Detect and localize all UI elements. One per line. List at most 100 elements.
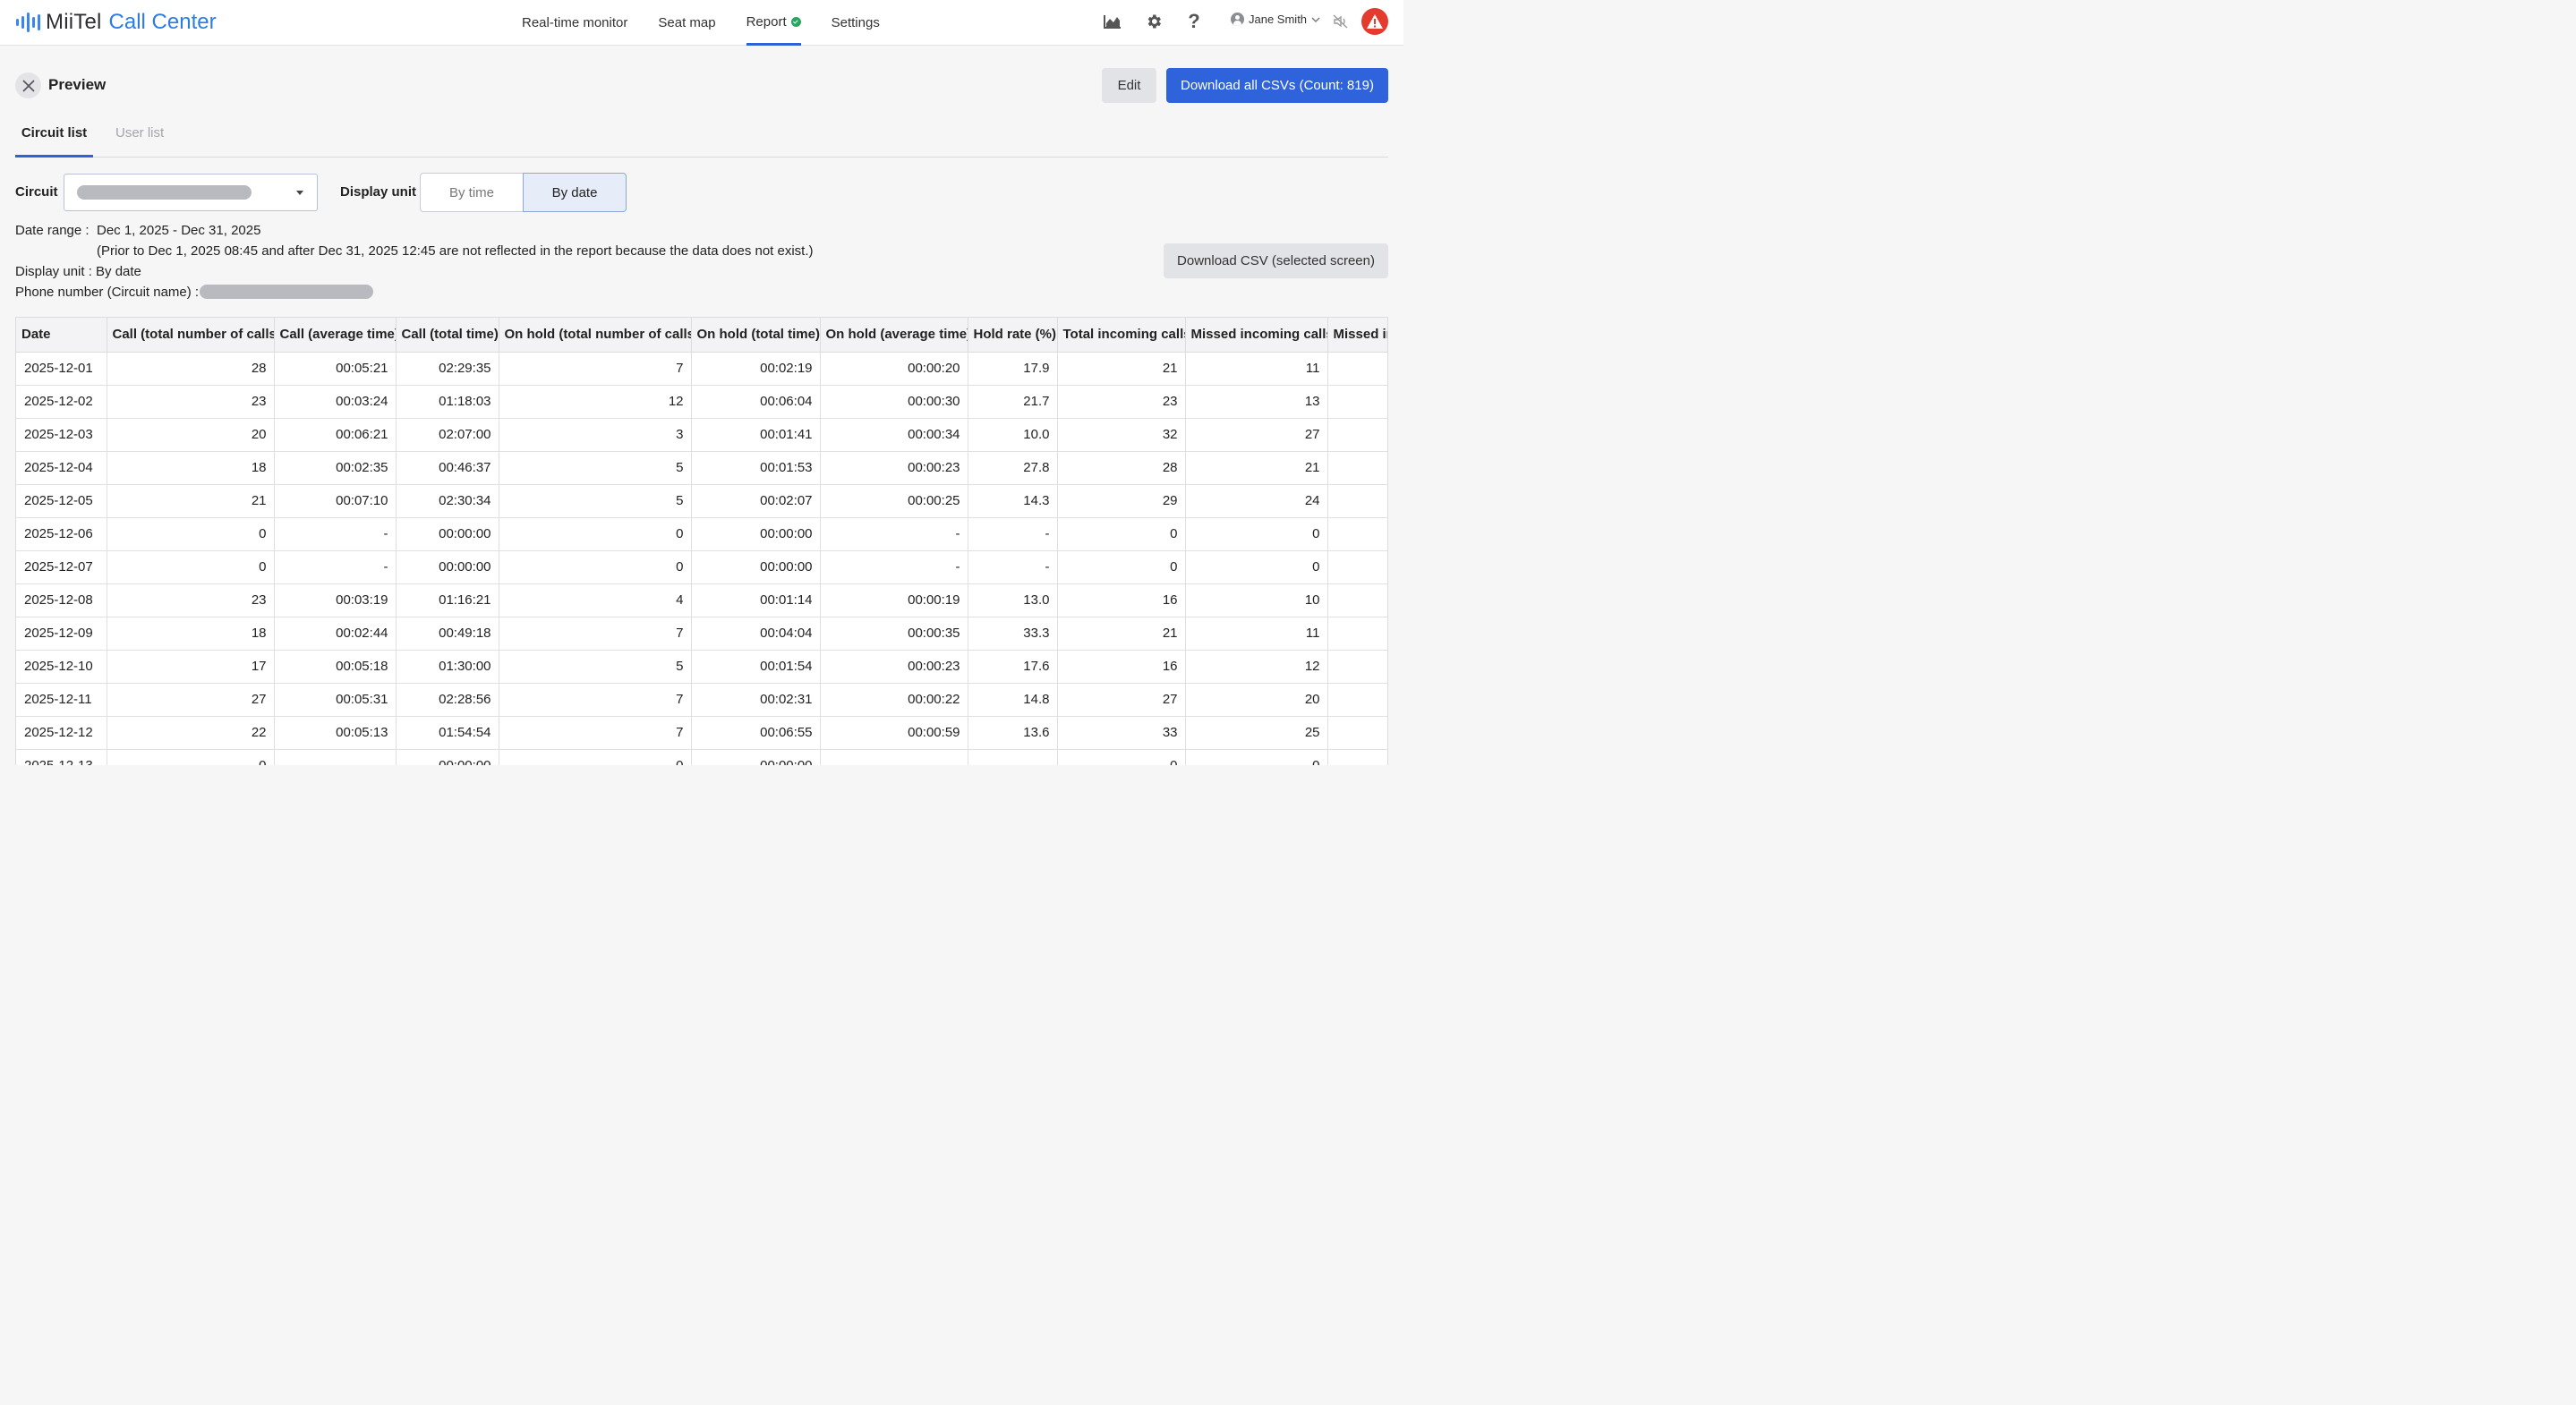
table-cell <box>1327 451 1387 485</box>
table-cell: 00:00:00 <box>396 749 499 765</box>
table-cell: 0 <box>107 517 275 551</box>
table-cell: 11 <box>1185 352 1328 386</box>
date-cell: 2025-12-05 <box>16 484 107 518</box>
table-cell: 20 <box>1185 683 1328 717</box>
table-cell: 00:05:21 <box>274 352 397 386</box>
table-cell: 13.6 <box>968 716 1058 750</box>
table-cell: 4 <box>499 583 692 617</box>
mute-icon[interactable] <box>1331 12 1351 31</box>
table-cell <box>1327 418 1387 452</box>
table-cell: 00:00:00 <box>396 550 499 584</box>
circuit-select[interactable] <box>64 174 318 211</box>
nav-item-report[interactable]: Report <box>746 0 801 46</box>
nav-item-label: Settings <box>831 15 880 30</box>
table-cell: 00:00:00 <box>396 517 499 551</box>
table-cell <box>1327 352 1387 386</box>
table-cell: 0 <box>1185 517 1328 551</box>
report-table-container[interactable]: Date Call (total number of calls) Call (av… <box>15 317 1388 765</box>
date-cell: 2025-12-13 <box>16 749 107 765</box>
table-cell: 00:01:14 <box>691 583 821 617</box>
column-header[interactable]: Hold rate (%) <box>968 318 1058 353</box>
table-cell <box>1327 385 1387 419</box>
table-cell: 12 <box>499 385 692 419</box>
table-cell: 00:46:37 <box>396 451 499 485</box>
tab-circuit-list[interactable]: Circuit list <box>15 125 93 158</box>
user-name: Jane Smith <box>1249 13 1308 26</box>
table-cell: 00:02:19 <box>691 352 821 386</box>
table-cell: 01:54:54 <box>396 716 499 750</box>
table-cell: 7 <box>499 683 692 717</box>
table-cell: 16 <box>1057 583 1186 617</box>
table-row: 2025-12-13000:00:00000:00:0000 <box>16 749 1387 765</box>
help-icon[interactable]: ? <box>1184 10 1204 32</box>
table-cell: 12 <box>1185 650 1328 684</box>
table-cell: 0 <box>499 550 692 584</box>
column-header[interactable]: Missed in <box>1327 318 1387 353</box>
table-cell: 0 <box>1057 517 1186 551</box>
nav-item-settings[interactable]: Settings <box>832 0 880 46</box>
logo[interactable]: MiiTel Call Center <box>16 9 217 36</box>
edit-button[interactable]: Edit <box>1102 68 1156 103</box>
table-cell: 01:16:21 <box>396 583 499 617</box>
date-cell: 2025-12-10 <box>16 650 107 684</box>
table-cell: 00:01:54 <box>691 650 821 684</box>
table-row: 2025-12-01 28 00:05:21 02:29:35 7 00:02:19 00:… <box>16 352 1387 386</box>
by-date-toggle[interactable]: By date <box>523 173 627 212</box>
table-cell: 27 <box>1185 418 1328 452</box>
table-cell <box>820 749 968 765</box>
gear-icon[interactable] <box>1144 12 1164 31</box>
table-row: 2025-12-03 20 00:06:21 02:07:00 3 00:01:41 00:… <box>16 418 1387 452</box>
brand-product: Call Center <box>108 10 217 34</box>
table-cell: - <box>274 517 397 551</box>
tab-user-list[interactable]: User list <box>115 125 164 140</box>
column-header[interactable]: On hold (total time) <box>691 318 821 353</box>
table-cell: 27.8 <box>968 451 1058 485</box>
table-cell <box>1327 683 1387 717</box>
table-cell: 11 <box>1185 617 1328 651</box>
date-cell: 2025-12-06 <box>16 517 107 551</box>
table-cell: 10.0 <box>968 418 1058 452</box>
table-cell: 00:01:41 <box>691 418 821 452</box>
column-header[interactable]: Date <box>16 318 107 353</box>
table-cell: 0 <box>1185 550 1328 584</box>
table-cell <box>968 749 1058 765</box>
nav-item-label: Real-time monitor <box>522 15 628 30</box>
download-csv-selected-button[interactable]: Download CSV (selected screen) <box>1164 243 1388 278</box>
table-cell: 3 <box>499 418 692 452</box>
table-cell: 27 <box>1057 683 1186 717</box>
column-header[interactable]: Call (average time) <box>274 318 397 353</box>
table-cell <box>274 749 397 765</box>
table-cell: 00:07:10 <box>274 484 397 518</box>
table-cell: 23 <box>107 583 275 617</box>
table-cell: 21 <box>1057 617 1186 651</box>
column-header[interactable]: On hold (average time) <box>820 318 968 353</box>
redacted-phone-number <box>200 285 373 299</box>
date-range-value: Dec 1, 2025 - Dec 31, 2025 <box>97 223 261 238</box>
table-cell: 23 <box>107 385 275 419</box>
download-all-csvs-button[interactable]: Download all CSVs (Count: 819) <box>1166 68 1388 103</box>
date-cell: 2025-12-04 <box>16 451 107 485</box>
table-cell: 00:04:04 <box>691 617 821 651</box>
column-header[interactable]: On hold (total number of calls) <box>499 318 692 353</box>
alert-icon[interactable] <box>1361 8 1388 35</box>
nav-item-seat-map[interactable]: Seat map <box>658 0 715 46</box>
table-cell: 00:05:31 <box>274 683 397 717</box>
column-header[interactable]: Missed incoming calls <box>1185 318 1328 353</box>
table-cell: 00:00:59 <box>820 716 968 750</box>
circuit-label: Circuit <box>15 184 58 200</box>
nav-item-realtime-monitor[interactable]: Real-time monitor <box>522 0 627 46</box>
column-header[interactable]: Total incoming calls <box>1057 318 1186 353</box>
column-header[interactable]: Call (total number of calls) <box>107 318 275 353</box>
user-menu[interactable]: Jane Smith <box>1231 13 1320 26</box>
table-cell: 00:00:00 <box>691 749 821 765</box>
nav-item-label: Seat map <box>658 15 716 30</box>
column-header[interactable]: Call (total time) <box>396 318 499 353</box>
table-cell: 16 <box>1057 650 1186 684</box>
close-preview-button[interactable] <box>15 72 41 98</box>
table-cell: 00:02:44 <box>274 617 397 651</box>
table-row: 2025-12-04 18 00:02:35 00:46:37 5 00:01:53 00:… <box>16 451 1387 485</box>
chart-icon[interactable] <box>1103 12 1122 31</box>
table-cell: 23 <box>1057 385 1186 419</box>
by-time-toggle[interactable]: By time <box>420 173 524 212</box>
table-row: 2025-12-06 0-00:00:00 0 00:00:00- -0 0 <box>16 517 1387 551</box>
